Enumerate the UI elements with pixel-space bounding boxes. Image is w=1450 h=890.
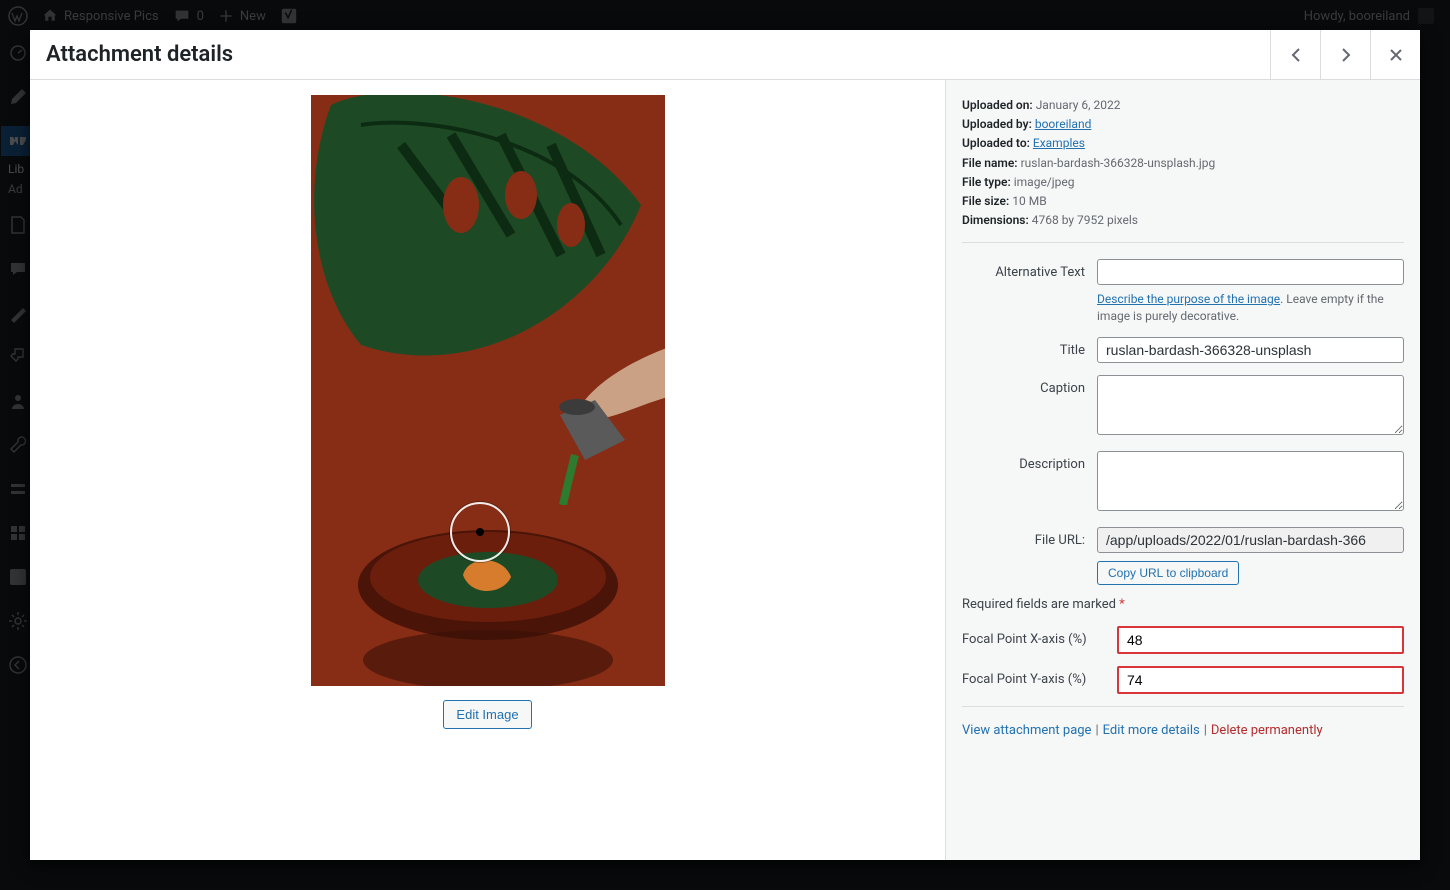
details-pane: Uploaded on: January 6, 2022 Uploaded by… bbox=[945, 80, 1420, 860]
file-type-value: image/jpeg bbox=[1014, 175, 1075, 189]
description-textarea[interactable] bbox=[1097, 451, 1404, 511]
focal-x-input[interactable] bbox=[1117, 626, 1404, 654]
title-input[interactable] bbox=[1097, 337, 1404, 363]
alt-text-label: Alternative Text bbox=[962, 259, 1097, 325]
edit-more-link[interactable]: Edit more details bbox=[1103, 723, 1200, 738]
bottom-actions: View attachment page|Edit more details|D… bbox=[962, 723, 1404, 738]
focal-point-marker[interactable] bbox=[450, 502, 510, 562]
alt-text-help: Describe the purpose of the image. Leave… bbox=[1097, 291, 1404, 325]
focal-y-input[interactable] bbox=[1117, 666, 1404, 694]
prev-button[interactable] bbox=[1270, 30, 1320, 79]
focal-point-dot bbox=[476, 528, 484, 536]
view-attachment-link[interactable]: View attachment page bbox=[962, 723, 1091, 738]
uploaded-on-value: January 6, 2022 bbox=[1036, 98, 1121, 112]
attachment-meta: Uploaded on: January 6, 2022 Uploaded by… bbox=[962, 96, 1404, 230]
focal-y-label: Focal Point Y-axis (%) bbox=[962, 672, 1117, 687]
hand-pouring-illustration bbox=[485, 345, 665, 505]
attachment-details-modal: Attachment details bbox=[30, 30, 1420, 860]
required-note: Required fields are marked * bbox=[962, 597, 1404, 612]
uploaded-by-link[interactable]: booreiland bbox=[1035, 117, 1092, 131]
file-name-value: ruslan-bardash-366328-unsplash.jpg bbox=[1021, 156, 1216, 170]
alt-text-input[interactable] bbox=[1097, 259, 1404, 285]
modal-header: Attachment details bbox=[30, 30, 1420, 80]
file-size-value: 10 MB bbox=[1012, 194, 1046, 208]
file-url-input[interactable] bbox=[1097, 527, 1404, 553]
delete-permanently-link[interactable]: Delete permanently bbox=[1211, 723, 1323, 738]
caption-textarea[interactable] bbox=[1097, 375, 1404, 435]
attachment-preview-image[interactable] bbox=[311, 95, 665, 686]
title-label: Title bbox=[962, 337, 1097, 363]
copy-url-button[interactable]: Copy URL to clipboard bbox=[1097, 561, 1239, 585]
preview-pane: Edit Image bbox=[30, 80, 945, 860]
focal-x-label: Focal Point X-axis (%) bbox=[962, 632, 1117, 647]
file-url-label: File URL: bbox=[962, 527, 1097, 585]
close-button[interactable] bbox=[1370, 30, 1420, 79]
next-button[interactable] bbox=[1320, 30, 1370, 79]
dimensions-value: 4768 by 7952 pixels bbox=[1032, 213, 1138, 227]
alt-help-link[interactable]: Describe the purpose of the image bbox=[1097, 292, 1280, 306]
caption-label: Caption bbox=[962, 375, 1097, 439]
modal-title: Attachment details bbox=[30, 42, 233, 67]
uploaded-to-link[interactable]: Examples bbox=[1033, 136, 1085, 150]
edit-image-button[interactable]: Edit Image bbox=[443, 700, 531, 729]
description-label: Description bbox=[962, 451, 1097, 515]
